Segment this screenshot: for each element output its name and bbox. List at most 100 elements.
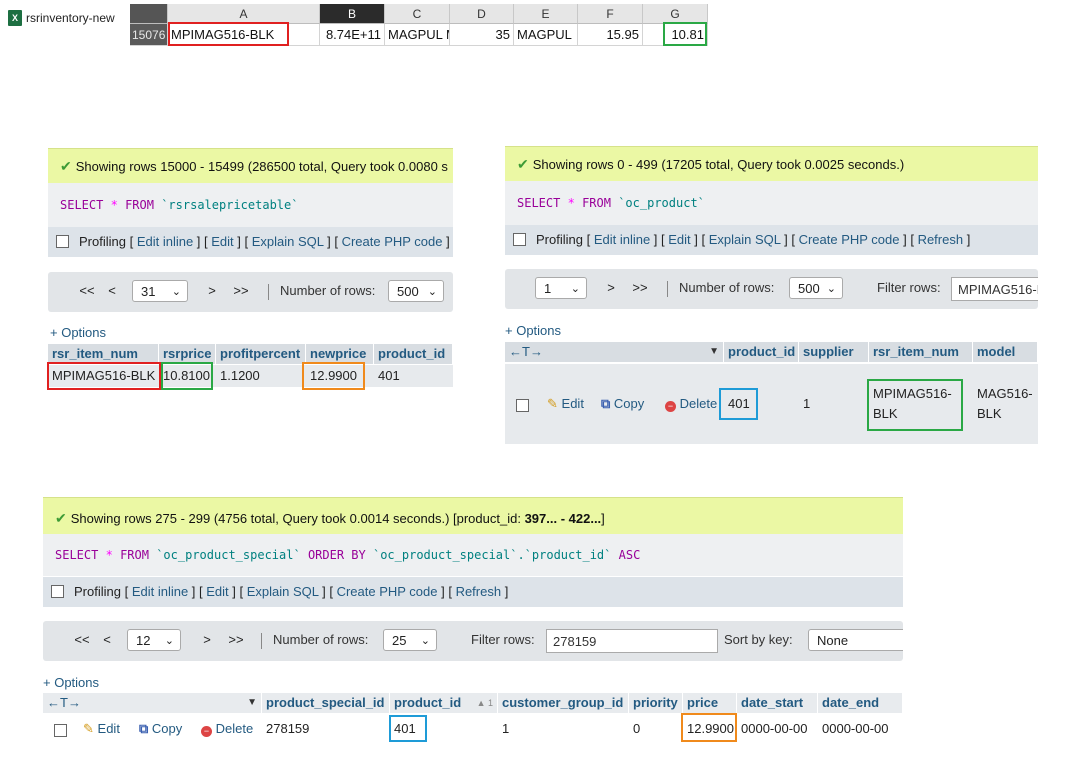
last-page-button[interactable]: >> (627, 277, 653, 299)
next-page-button[interactable]: > (601, 277, 621, 299)
pencil-icon: ✎ (83, 721, 94, 736)
edit-link[interactable]: Edit (206, 584, 228, 599)
sql-query[interactable]: SELECT * FROM `oc_product` (505, 181, 1038, 225)
edit-action[interactable]: ✎ Edit (547, 396, 584, 412)
column-header[interactable]: rsr_item_num (869, 342, 973, 362)
divider (261, 633, 262, 649)
excel-cell[interactable]: 35 (450, 24, 514, 46)
column-header-sorted[interactable]: product_id ▲ 1 (390, 693, 498, 713)
prev-page-button[interactable]: < (97, 629, 117, 651)
excel-col-header[interactable]: E (514, 4, 578, 24)
table-cell[interactable]: 0 (629, 719, 640, 739)
excel-row-number[interactable]: 15076 (130, 24, 168, 46)
table-cell[interactable]: MAG516- BLK (973, 384, 1033, 424)
edit-inline-link[interactable]: Edit inline (594, 232, 650, 247)
excel-cell[interactable]: MAGPUL (514, 24, 578, 46)
excel-col-header[interactable]: C (385, 4, 450, 24)
first-page-button[interactable]: << (74, 280, 100, 302)
profiling-checkbox[interactable] (56, 235, 69, 248)
sort-dropdown-icon[interactable]: ▼ (247, 693, 257, 713)
rows-select[interactable]: 25 ⌄ (383, 629, 437, 651)
excel-file-name: rsrinventory-new (26, 11, 115, 25)
filter-rows-label: Filter rows: (877, 280, 941, 295)
create-php-code-link[interactable]: Create PHP code (342, 234, 443, 249)
edit-link[interactable]: Edit (668, 232, 690, 247)
sort-by-key-select[interactable]: None (808, 629, 903, 651)
table-cell[interactable]: 1 (799, 394, 810, 414)
explain-sql-link[interactable]: Explain SQL (252, 234, 324, 249)
copy-action[interactable]: ⧉ Copy (139, 721, 182, 737)
row-checkbox[interactable] (516, 399, 529, 412)
delete-action[interactable]: − Delete (201, 721, 253, 737)
excel-col-header[interactable]: B (320, 4, 385, 24)
excel-col-header[interactable]: D (450, 4, 514, 24)
first-page-button[interactable]: << (69, 629, 95, 651)
options-link[interactable]: + Options (43, 675, 99, 690)
column-header[interactable]: rsr_item_num (48, 344, 159, 364)
table-cell[interactable]: 1 (498, 719, 509, 739)
refresh-link[interactable]: Refresh (918, 232, 964, 247)
highlight-box-blue (719, 388, 758, 420)
table-cell[interactable]: 0000-00-00 (818, 719, 889, 739)
options-link[interactable]: + Options (50, 325, 106, 340)
next-page-button[interactable]: > (197, 629, 217, 651)
column-header[interactable]: rsrprice (159, 344, 216, 364)
create-php-code-link[interactable]: Create PHP code (337, 584, 438, 599)
column-header[interactable]: profitpercent (216, 344, 306, 364)
last-page-button[interactable]: >> (228, 280, 254, 302)
explain-sql-link[interactable]: Explain SQL (709, 232, 781, 247)
column-header[interactable]: priority (629, 693, 683, 713)
table-cell[interactable]: 278159 (262, 719, 309, 739)
profiling-checkbox[interactable] (51, 585, 64, 598)
column-header[interactable]: price (683, 693, 737, 713)
prev-page-button[interactable]: < (102, 280, 122, 302)
explain-sql-link[interactable]: Explain SQL (247, 584, 319, 599)
table-cell[interactable]: 401 (374, 366, 400, 386)
refresh-link[interactable]: Refresh (456, 584, 502, 599)
column-header[interactable]: date_start (737, 693, 818, 713)
rows-select[interactable]: 500 ⌄ (789, 277, 843, 299)
excel-cell[interactable]: 15.95 (578, 24, 643, 46)
edit-inline-link[interactable]: Edit inline (137, 234, 193, 249)
column-header[interactable]: supplier (799, 342, 869, 362)
filter-rows-input[interactable]: 278159 (546, 629, 718, 653)
sql-query[interactable]: SELECT * FROM `oc_product_special` ORDER… (43, 534, 903, 576)
delete-action[interactable]: − Delete (665, 396, 717, 412)
edit-action[interactable]: ✎ Edit (83, 721, 120, 737)
excel-corner[interactable] (130, 4, 168, 24)
check-icon: ✔ (517, 156, 529, 172)
column-header[interactable]: customer_group_id (498, 693, 629, 713)
excel-col-header[interactable]: A (168, 4, 320, 24)
sql-query[interactable]: SELECT * FROM `rsrsalepricetable` (48, 183, 453, 227)
rows-select[interactable]: 500 ⌄ (388, 280, 444, 302)
rows-label: Number of rows: (679, 280, 775, 295)
create-php-code-link[interactable]: Create PHP code (799, 232, 900, 247)
column-header[interactable]: product_special_id (262, 693, 390, 713)
column-header[interactable]: newprice (306, 344, 374, 364)
profiling-checkbox[interactable] (513, 233, 526, 246)
page-select[interactable]: 12 ⌄ (127, 629, 181, 651)
column-header[interactable]: date_end (818, 693, 903, 713)
excel-col-header[interactable]: F (578, 4, 643, 24)
edit-inline-link[interactable]: Edit inline (132, 584, 188, 599)
edit-link[interactable]: Edit (211, 234, 233, 249)
excel-cell[interactable]: MAGPUL M (385, 24, 450, 46)
highlight-box-green (867, 379, 963, 431)
row-checkbox[interactable] (54, 724, 67, 737)
column-header[interactable]: product_id (374, 344, 453, 364)
column-header[interactable]: model (973, 342, 1038, 362)
copy-action[interactable]: ⧉ Copy (601, 396, 644, 412)
options-link[interactable]: + Options (505, 323, 561, 338)
excel-col-header[interactable]: G (643, 4, 708, 24)
last-page-button[interactable]: >> (223, 629, 249, 651)
table-cell[interactable]: 0000-00-00 (737, 719, 808, 739)
filter-rows-input[interactable]: MPIMAG516-E (951, 277, 1038, 301)
excel-cell[interactable]: 8.74E+11 (320, 24, 385, 46)
table-cell[interactable]: 1.1200 (216, 366, 260, 386)
column-header[interactable]: product_id (724, 342, 799, 362)
page-select[interactable]: 1 ⌄ (535, 277, 587, 299)
delete-icon: − (665, 401, 676, 412)
page-select[interactable]: 31 ⌄ (132, 280, 188, 302)
next-page-button[interactable]: > (202, 280, 222, 302)
sort-dropdown-icon[interactable]: ▼ (709, 342, 719, 362)
